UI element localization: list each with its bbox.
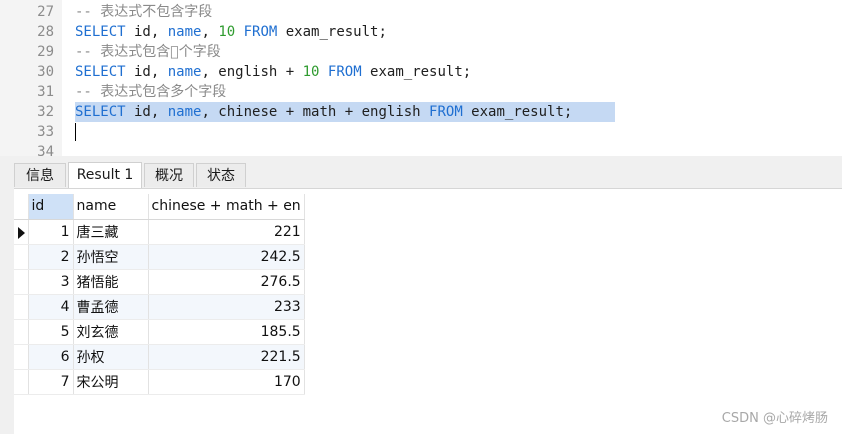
line-number: 33 xyxy=(37,124,54,140)
row-indicator[interactable] xyxy=(14,294,29,320)
code-token: FROM xyxy=(243,24,278,40)
code-token: , english + xyxy=(201,64,303,80)
cell-id[interactable]: 7 xyxy=(28,369,74,395)
tab-result-1[interactable]: Result 1 xyxy=(68,162,142,188)
table-row[interactable]: 2 孙悟空 242.5 xyxy=(14,244,305,270)
line-number: 30 xyxy=(37,64,54,80)
table-row[interactable]: 4 曹孟德 233 xyxy=(14,294,305,320)
column-header-total[interactable]: chinese + math + en xyxy=(148,194,305,220)
code-token: exam_result; xyxy=(361,64,472,80)
cell-id[interactable]: 3 xyxy=(28,269,74,295)
row-indicator-header xyxy=(14,194,29,220)
current-row-arrow-icon xyxy=(18,226,25,239)
cell-name[interactable]: 唐三藏 xyxy=(73,219,149,245)
code-token: SELECT xyxy=(75,104,126,120)
row-indicator[interactable] xyxy=(14,269,29,295)
code-line[interactable] xyxy=(62,122,842,142)
row-indicator[interactable] xyxy=(14,244,29,270)
code-comment-line[interactable]: -- 表达式不包含字段 xyxy=(62,2,842,22)
tab-overview[interactable]: 概况 xyxy=(144,163,194,187)
cell-total[interactable]: 170 xyxy=(148,369,305,395)
code-token: 10 xyxy=(302,64,320,80)
cell-total[interactable]: 185.5 xyxy=(148,319,305,345)
cell-name[interactable]: 猪悟能 xyxy=(73,269,149,295)
code-token: id, xyxy=(125,104,168,120)
sql-editor[interactable]: 27 28 29 30 31 32 33 34 -- 表达式不包含字段 SELEC… xyxy=(0,0,842,156)
tab-info[interactable]: 信息 xyxy=(14,163,66,187)
cell-id[interactable]: 4 xyxy=(28,294,74,320)
code-token: exam_result; xyxy=(462,104,573,120)
cell-id[interactable]: 6 xyxy=(28,344,74,370)
code-token: FROM xyxy=(327,64,362,80)
code-token: , chinese + math + english xyxy=(201,104,430,120)
cell-name[interactable]: 孙悟空 xyxy=(73,244,149,270)
tab-status[interactable]: 状态 xyxy=(196,163,246,187)
cell-total[interactable]: 221 xyxy=(148,219,305,245)
code-token: , xyxy=(201,24,219,40)
watermark: CSDN @心碎烤肠 xyxy=(721,411,828,426)
column-header-id[interactable]: id xyxy=(28,194,74,220)
code-token: id, xyxy=(125,24,168,40)
cell-total[interactable]: 221.5 xyxy=(148,344,305,370)
row-indicator[interactable] xyxy=(14,369,29,395)
row-indicator[interactable] xyxy=(14,344,29,370)
code-token: name xyxy=(167,104,202,120)
code-line[interactable]: SELECT id, name, chinese + math + englis… xyxy=(62,102,842,122)
cell-name[interactable]: 孙权 xyxy=(73,344,149,370)
line-number: 29 xyxy=(37,44,54,60)
code-token: id, xyxy=(125,64,168,80)
table-row[interactable]: 3 猪悟能 276.5 xyxy=(14,269,305,295)
code-line[interactable]: SELECT id, name, 10 FROM exam_result; xyxy=(62,22,842,42)
text-caret xyxy=(75,123,76,141)
cell-id[interactable]: 2 xyxy=(28,244,74,270)
cell-name[interactable]: 刘玄德 xyxy=(73,319,149,345)
code-token: FROM xyxy=(429,104,463,120)
cell-total[interactable]: 276.5 xyxy=(148,269,305,295)
cell-name[interactable]: 曹孟德 xyxy=(73,294,149,320)
cell-total[interactable]: 233 xyxy=(148,294,305,320)
code-token: exam_result; xyxy=(277,24,387,40)
line-number: 34 xyxy=(37,144,54,156)
line-number: 28 xyxy=(37,24,54,40)
line-number: 31 xyxy=(37,84,54,100)
table-row[interactable]: 5 刘玄德 185.5 xyxy=(14,319,305,345)
code-token: SELECT xyxy=(75,64,126,80)
code-comment-line[interactable]: -- 表达式包含￿个字段 xyxy=(62,42,842,62)
code-token: 10 xyxy=(218,24,236,40)
cell-total[interactable]: 242.5 xyxy=(148,244,305,270)
row-indicator[interactable] xyxy=(14,219,29,245)
result-pane-edge xyxy=(0,160,14,434)
code-token: name xyxy=(167,64,202,80)
line-number: 27 xyxy=(37,4,54,20)
line-number: 32 xyxy=(37,104,54,120)
code-line[interactable] xyxy=(62,142,842,156)
cell-id[interactable]: 5 xyxy=(28,319,74,345)
table-row[interactable]: 7 宋公明 170 xyxy=(14,369,305,395)
result-grid[interactable]: id name chinese + math + en 1 唐三藏 221 2 孙悟空 2… xyxy=(14,194,305,395)
result-tabs: 信息 Result 1 概况 状态 xyxy=(14,160,842,189)
column-header-name[interactable]: name xyxy=(73,194,149,220)
table-row[interactable]: 6 孙权 221.5 xyxy=(14,344,305,370)
table-row[interactable]: 1 唐三藏 221 xyxy=(14,219,305,245)
cell-id[interactable]: 1 xyxy=(28,219,74,245)
line-number-gutter: 27 28 29 30 31 32 33 34 xyxy=(0,0,62,156)
row-indicator[interactable] xyxy=(14,319,29,345)
code-comment-line[interactable]: -- 表达式包含多个字段 xyxy=(62,82,842,102)
code-line[interactable]: SELECT id, name, english + 10 FROM exam_… xyxy=(62,62,842,82)
code-area[interactable]: -- 表达式不包含字段 SELECT id, name, 10 FROM exam… xyxy=(62,0,842,156)
code-token: SELECT xyxy=(75,24,126,40)
cell-name[interactable]: 宋公明 xyxy=(73,369,149,395)
code-token: name xyxy=(167,24,202,40)
